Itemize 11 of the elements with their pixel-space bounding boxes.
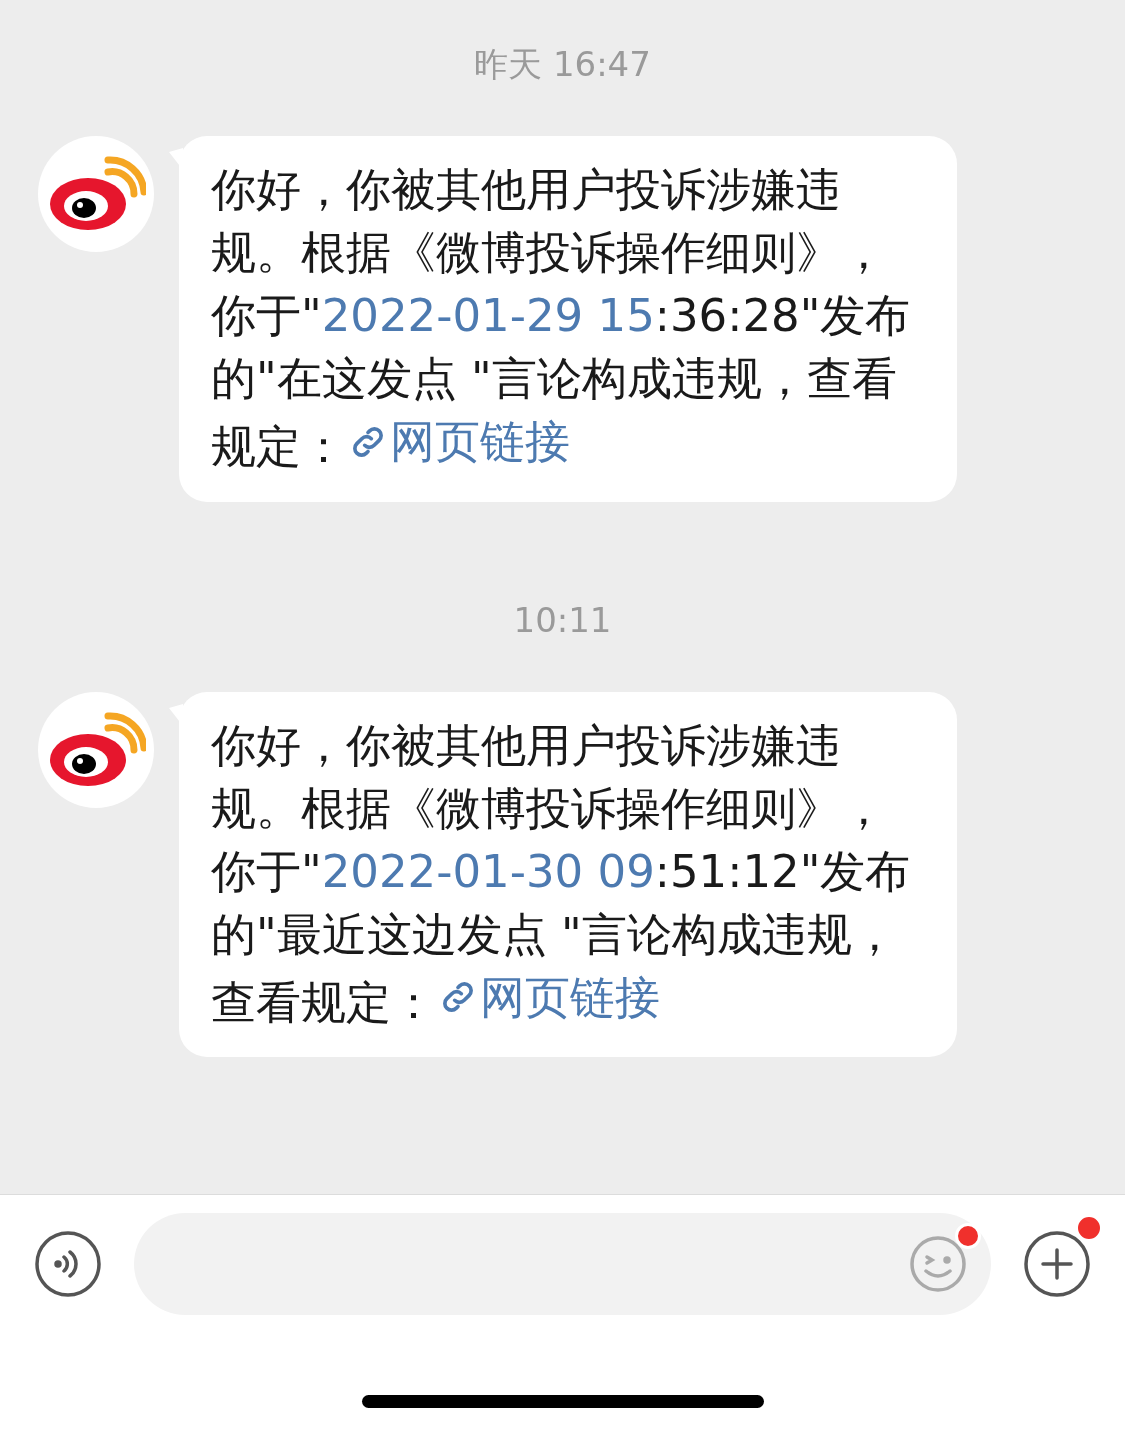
web-link[interactable]: 网页链接 — [346, 410, 570, 473]
web-link[interactable]: 网页链接 — [436, 965, 660, 1029]
date-link[interactable]: 2022-01-30 09 — [321, 844, 655, 898]
timestamp: 10:11 — [513, 598, 612, 642]
emoji-icon[interactable] — [909, 1235, 967, 1293]
plus-icon[interactable] — [1023, 1230, 1091, 1298]
voice-icon[interactable] — [34, 1230, 102, 1298]
message-text: 你好，你被其他用户投诉涉嫌违规。根据《微博投诉操作细则》，你于"2022-01-30 09:51:12"发布的"最近这边发点 "言论构成违规，查看规定： 网页链接 — [211, 717, 912, 1031]
message-text: 你好，你被其他用户投诉涉嫌违规。根据《微博投诉操作细则》，你于"2022-01-29 15:36:28"发布的"在这发点 "言论构成违规，查看规定： 网页链接 — [211, 162, 912, 475]
date-link[interactable]: 2022-01-29 15 — [321, 289, 655, 342]
timestamp: 昨天 16:47 — [474, 43, 651, 86]
